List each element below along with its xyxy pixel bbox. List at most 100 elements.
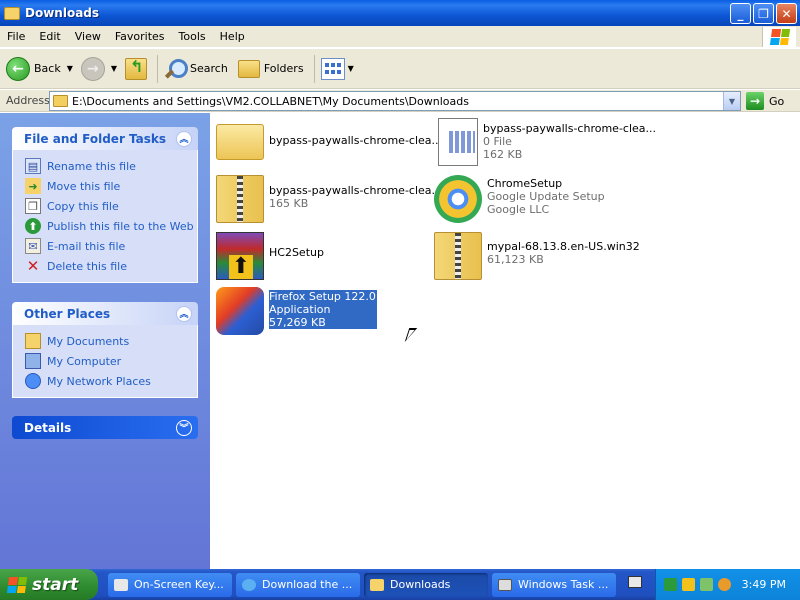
taskbar-button-downloads[interactable]: Downloads: [364, 572, 488, 597]
winrar-icon: [216, 232, 264, 280]
move-icon: ➜: [25, 178, 41, 194]
other-places-panel: Other Places ︽ My Documents My Computer …: [12, 302, 198, 398]
maximize-button[interactable]: ❐: [753, 3, 774, 24]
delete-icon: ✕: [26, 257, 40, 275]
expand-chevron-icon[interactable]: ︾: [176, 419, 192, 436]
file-item[interactable]: ChromeSetup Google Update Setup Google L…: [434, 175, 605, 223]
network-icon[interactable]: [700, 578, 713, 591]
file-list: bypass-paywalls-chrome-clea... bypass-pa…: [210, 113, 800, 569]
forward-arrow-icon: →: [80, 56, 105, 81]
rename-icon: ▤: [25, 158, 41, 174]
title-bar[interactable]: Downloads _ ❐ ✕: [0, 0, 800, 26]
keyboard-icon[interactable]: [628, 576, 642, 588]
taskbar-button-browser[interactable]: Download the ...: [236, 572, 360, 597]
taskbar-button-task-manager[interactable]: Windows Task ...: [492, 572, 616, 597]
firefox-setup-icon: [216, 287, 264, 335]
windows-logo-icon: [762, 27, 796, 47]
keyboard-app-icon: [114, 578, 128, 591]
back-button[interactable]: ← Back ▼: [6, 52, 77, 86]
back-arrow-icon: ←: [6, 56, 30, 81]
views-dropdown-icon: ▼: [347, 64, 354, 73]
my-computer-icon: [25, 353, 41, 369]
menu-tools[interactable]: Tools: [172, 30, 213, 43]
window-title: Downloads: [25, 6, 100, 20]
menu-favorites[interactable]: Favorites: [108, 30, 172, 43]
file-folder-tasks-panel: File and Folder Tasks ︽ ▤ Rename this fi…: [12, 127, 198, 283]
details-panel: Details ︾: [12, 416, 198, 439]
folders-label: Folders: [263, 62, 304, 75]
forward-dropdown-icon[interactable]: ▼: [111, 64, 117, 73]
clock: 3:49 PM: [741, 578, 786, 591]
file-size: 57,269 KB: [269, 316, 326, 329]
task-rename[interactable]: ▤ Rename this file: [25, 156, 197, 176]
toolbar-separator: [313, 54, 315, 83]
collapse-chevron-icon[interactable]: ︽: [176, 130, 192, 147]
folders-icon: [237, 59, 260, 78]
file-item[interactable]: HC2Setup: [216, 232, 324, 280]
up-folder-icon: [125, 57, 148, 80]
search-tray-icon[interactable]: [718, 578, 731, 591]
file-item[interactable]: mypal-68.13.8.en-US.win32 61,123 KB: [434, 232, 640, 280]
up-folder-button[interactable]: [125, 52, 148, 86]
place-my-computer[interactable]: My Computer: [25, 351, 197, 371]
other-places-header[interactable]: Other Places ︽: [12, 302, 198, 325]
task-pane: File and Folder Tasks ︽ ▤ Rename this fi…: [0, 113, 210, 569]
copy-icon: ❐: [25, 198, 41, 214]
file-description: Google Update Setup: [487, 190, 605, 203]
file-name: Firefox Setup 122.0: [269, 290, 376, 303]
menu-file[interactable]: File: [0, 30, 32, 43]
close-button[interactable]: ✕: [776, 3, 797, 24]
window-controls: _ ❐ ✕: [730, 3, 797, 24]
file-name: bypass-paywalls-chrome-clea...: [269, 134, 443, 147]
views-button[interactable]: ▼: [320, 52, 358, 86]
folder-icon: [216, 124, 264, 160]
forward-button[interactable]: → ▼: [80, 52, 121, 86]
panel-title: Other Places: [24, 306, 111, 321]
security-shield-icon[interactable]: [682, 578, 695, 591]
go-button[interactable]: → Go: [746, 92, 784, 110]
menu-edit[interactable]: Edit: [32, 30, 67, 43]
tray-app-icon[interactable]: [664, 578, 677, 591]
task-publish-web[interactable]: ⬆ Publish this file to the Web: [25, 216, 197, 236]
toolbar: ← Back ▼ → ▼ Search Folders ▼: [0, 49, 800, 89]
file-item[interactable]: bypass-paywalls-chrome-clea... 0 File 16…: [434, 118, 656, 166]
address-dropdown-icon[interactable]: ▼: [723, 92, 740, 110]
file-item-selected[interactable]: Firefox Setup 122.0 Application 57,269 K…: [216, 287, 377, 335]
file-name: HC2Setup: [269, 246, 324, 259]
collapse-chevron-icon[interactable]: ︽: [176, 305, 192, 322]
zip-folder-icon: [434, 232, 482, 280]
menu-help[interactable]: Help: [213, 30, 252, 43]
file-size: 162 KB: [483, 148, 523, 161]
file-item[interactable]: bypass-paywalls-chrome-clea... 165 KB: [216, 175, 442, 223]
network-places-icon: [25, 373, 41, 389]
file-folder-tasks-header[interactable]: File and Folder Tasks ︽: [12, 127, 198, 150]
toolbar-separator: [157, 54, 159, 83]
minimize-button[interactable]: _: [730, 3, 751, 24]
task-move[interactable]: ➜ Move this file: [25, 176, 197, 196]
place-my-documents[interactable]: My Documents: [25, 331, 197, 351]
start-button[interactable]: start: [0, 569, 98, 600]
taskbar-button-onscreen-keyboard[interactable]: On-Screen Key...: [108, 572, 232, 597]
file-size: 165 KB: [269, 197, 309, 210]
task-email[interactable]: ✉ E-mail this file: [25, 236, 197, 256]
task-delete[interactable]: ✕ Delete this file: [25, 256, 197, 276]
back-dropdown-icon[interactable]: ▼: [67, 64, 73, 73]
search-button[interactable]: Search: [164, 52, 228, 86]
system-tray: 3:49 PM: [655, 569, 800, 600]
details-header[interactable]: Details ︾: [12, 416, 198, 439]
file-name: ChromeSetup: [487, 177, 563, 190]
windows-flag-icon: [6, 576, 28, 593]
address-input[interactable]: E:\Documents and Settings\VM2.COLLABNET\…: [49, 91, 741, 111]
file-item[interactable]: bypass-paywalls-chrome-clea...: [216, 118, 443, 160]
file-info: 0 File: [483, 135, 512, 148]
email-icon: ✉: [25, 238, 41, 254]
place-network[interactable]: My Network Places: [25, 371, 197, 391]
folders-button[interactable]: Folders: [237, 52, 304, 86]
task-copy[interactable]: ❐ Copy this file: [25, 196, 197, 216]
search-label: Search: [190, 62, 228, 75]
file-name: bypass-paywalls-chrome-clea...: [483, 122, 657, 135]
menu-view[interactable]: View: [68, 30, 108, 43]
chrome-setup-icon: [434, 175, 482, 223]
address-path: E:\Documents and Settings\VM2.COLLABNET\…: [72, 94, 469, 108]
file-size: 61,123 KB: [487, 253, 544, 266]
